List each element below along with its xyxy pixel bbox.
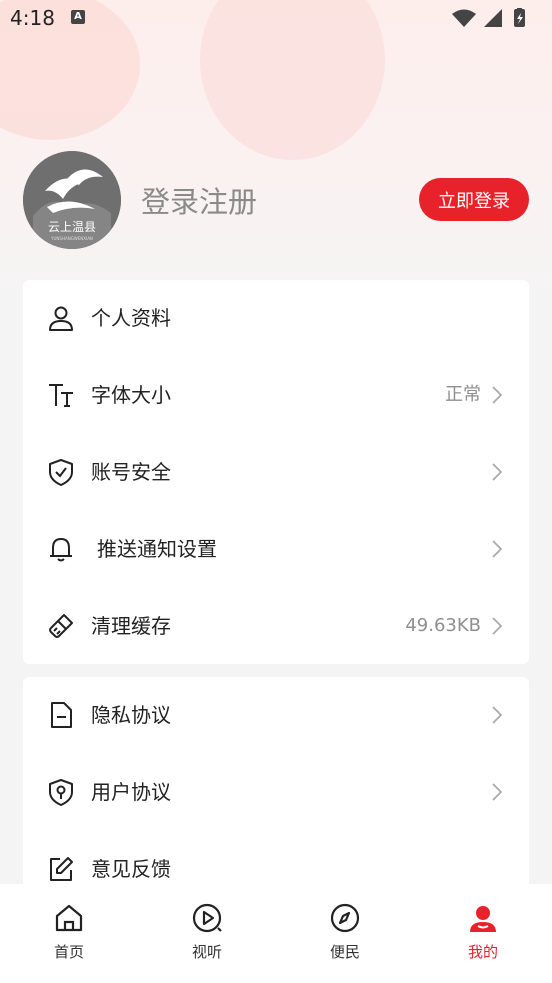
row-font-size[interactable]: 字体大小 正常 <box>23 357 529 434</box>
row-label: 账号安全 <box>91 460 171 484</box>
row-privacy-policy[interactable]: 隐私协议 <box>23 677 529 754</box>
document-icon <box>47 701 75 729</box>
settings-card-account: 个人资料 字体大小 正常 账号安全 推送通知设置 清理缓存 49.63KB <box>23 280 529 664</box>
row-label: 清理缓存 <box>91 614 171 638</box>
login-button[interactable]: 立即登录 <box>419 178 529 221</box>
tab-home[interactable]: 首页 <box>19 884 119 983</box>
row-user-agreement[interactable]: 用户协议 <box>23 754 529 831</box>
row-clear-cache[interactable]: 清理缓存 49.63KB <box>23 588 529 665</box>
play-circle-icon <box>191 902 223 934</box>
row-label: 字体大小 <box>91 383 171 407</box>
tab-mine[interactable]: 我的 <box>433 884 533 983</box>
tab-media[interactable]: 视听 <box>157 884 257 983</box>
font-size-icon <box>47 381 75 409</box>
battery-icon <box>514 7 525 27</box>
chevron-right-icon <box>491 705 503 725</box>
avatar-logo-text: 云上温县 <box>48 220 96 234</box>
bottom-tab-bar: 首页 视听 便民 我的 <box>0 884 552 983</box>
row-label: 隐私协议 <box>91 703 171 727</box>
shield-location-icon <box>47 778 75 806</box>
signal-icon <box>484 9 502 27</box>
login-register-link[interactable]: 登录注册 <box>141 179 257 221</box>
chevron-right-icon <box>491 782 503 802</box>
cache-size-value: 49.63KB <box>405 615 481 636</box>
chevron-right-icon <box>491 539 503 559</box>
row-label: 用户协议 <box>91 780 171 804</box>
chevron-right-icon <box>491 462 503 482</box>
settings-card-legal: 隐私协议 用户协议 意见反馈 <box>23 677 529 907</box>
wifi-icon <box>452 9 476 27</box>
bell-icon <box>47 535 75 563</box>
row-label: 个人资料 <box>91 306 171 330</box>
compass-icon <box>329 902 361 934</box>
row-label: 推送通知设置 <box>97 537 217 561</box>
status-icons <box>450 7 542 32</box>
home-icon <box>53 902 85 934</box>
chevron-right-icon <box>491 616 503 636</box>
user-icon <box>47 304 75 332</box>
status-bar: 4:18 A <box>0 0 552 36</box>
tab-label: 便民 <box>329 943 360 961</box>
chevron-right-icon <box>491 385 503 405</box>
row-profile[interactable]: 个人资料 <box>23 280 529 357</box>
header-background <box>0 0 552 300</box>
tab-services[interactable]: 便民 <box>295 884 395 983</box>
avatar[interactable]: 云上温县 YUNSHANGWENXIAN <box>23 151 121 249</box>
tab-label: 我的 <box>467 943 498 961</box>
broom-icon <box>47 612 75 640</box>
avatar-logo-subtext: YUNSHANGWENXIAN <box>50 236 93 241</box>
row-label: 意见反馈 <box>91 857 171 881</box>
row-account-security[interactable]: 账号安全 <box>23 434 529 511</box>
font-size-value: 正常 <box>445 384 481 405</box>
shield-check-icon <box>47 458 75 486</box>
person-icon <box>467 902 499 934</box>
tab-label: 首页 <box>53 943 84 961</box>
notification-icon: A <box>71 10 85 24</box>
edit-icon <box>47 855 75 883</box>
status-time: 4:18 <box>10 6 55 30</box>
row-push-settings[interactable]: 推送通知设置 <box>23 511 529 588</box>
tab-label: 视听 <box>191 943 222 961</box>
